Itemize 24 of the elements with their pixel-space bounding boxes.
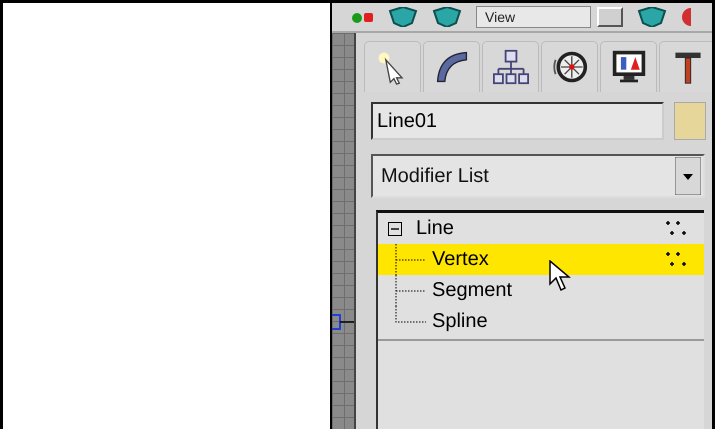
view-dropdown[interactable]: View — [476, 6, 591, 28]
create-tab[interactable] — [364, 41, 421, 92]
modify-tab[interactable] — [423, 41, 480, 92]
motion-tab[interactable] — [541, 41, 598, 92]
lights-icon[interactable] — [350, 11, 374, 23]
object-color-swatch[interactable] — [674, 102, 706, 140]
modifier-list-dropdown[interactable]: Modifier List — [371, 154, 705, 198]
monitor-icon — [610, 49, 646, 85]
dropdown-arrow-icon[interactable] — [675, 157, 701, 195]
round-icon[interactable] — [681, 7, 691, 27]
utilities-tab[interactable] — [659, 41, 712, 92]
mouse-cursor-icon — [549, 260, 571, 292]
stack-item[interactable]: Line — [378, 213, 704, 244]
object-name-field[interactable]: Line01 — [371, 102, 664, 140]
hierarchy-tab[interactable] — [482, 41, 539, 92]
stack-sub-item[interactable]: Vertex — [378, 244, 704, 275]
stack-sub-item[interactable]: Spline — [378, 306, 704, 337]
selection-bracket-icon — [332, 311, 354, 333]
stack-sub-item[interactable]: Segment — [378, 275, 704, 306]
toolbar-button[interactable] — [597, 7, 623, 27]
collapse-icon[interactable] — [388, 222, 402, 236]
hierarchy-icon — [492, 49, 528, 85]
wheel-icon — [552, 49, 588, 85]
display-tab[interactable] — [600, 41, 657, 92]
